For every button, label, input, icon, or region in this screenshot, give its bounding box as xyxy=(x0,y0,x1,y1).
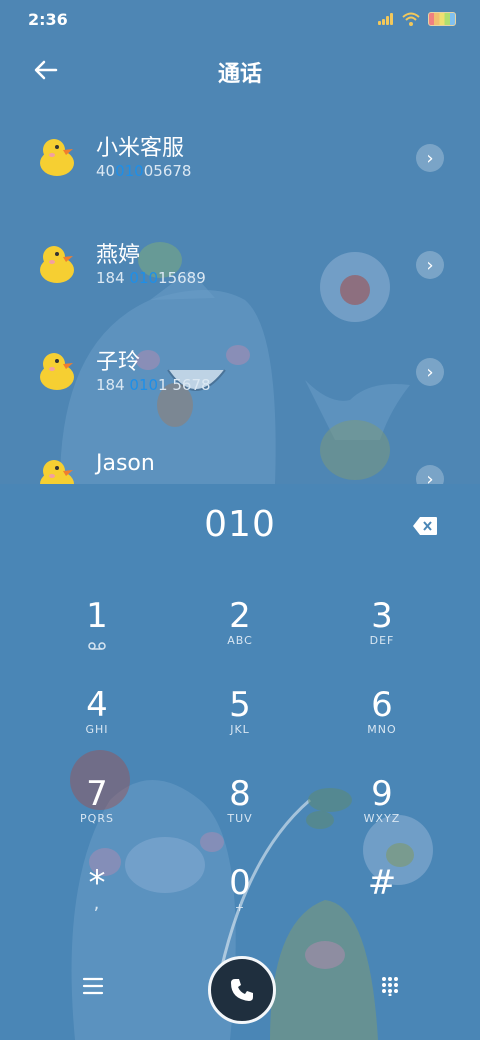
key-4[interactable]: 4 GHI xyxy=(37,685,157,765)
key-letters: , xyxy=(93,893,101,914)
list-item[interactable]: Jason › xyxy=(0,439,480,484)
status-time: 2:36 xyxy=(28,10,68,29)
key-digit: 0 xyxy=(229,863,251,903)
duck-avatar-icon xyxy=(40,460,74,484)
wifi-icon xyxy=(402,12,420,26)
key-2[interactable]: 2 ABC xyxy=(180,596,300,676)
key-hash[interactable]: # xyxy=(322,863,442,943)
key-digit: 1 xyxy=(86,596,108,636)
duck-avatar-icon xyxy=(40,139,74,176)
contact-name: Jason xyxy=(96,451,155,476)
list-item[interactable]: 小米客服 4001005678 › xyxy=(0,118,480,218)
key-digit: 7 xyxy=(86,774,108,814)
status-bar: 2:36 xyxy=(0,0,480,40)
key-digit: 8 xyxy=(229,774,251,814)
contact-number: 184 01015689 xyxy=(96,269,206,287)
contact-number: 184 0101 5678 xyxy=(96,376,211,394)
keypad-icon[interactable] xyxy=(380,976,400,996)
header: 通话 xyxy=(0,50,480,90)
contact-list[interactable]: 小米客服 4001005678 › 燕婷 184 01015689 › 子玲 1… xyxy=(0,118,480,484)
chevron-right-icon[interactable]: › xyxy=(416,144,444,172)
key-7[interactable]: 7 PQRS xyxy=(37,774,157,854)
key-digit: 9 xyxy=(371,774,393,814)
key-6[interactable]: 6 MNO xyxy=(322,685,442,765)
chevron-right-icon[interactable]: › xyxy=(416,358,444,386)
dial-input-display[interactable]: 010 xyxy=(0,504,480,545)
key-0[interactable]: 0 + xyxy=(180,863,300,943)
call-button[interactable] xyxy=(208,956,276,1024)
key-letters: TUV xyxy=(227,812,253,825)
key-digit: 6 xyxy=(371,685,393,725)
key-letters: PQRS xyxy=(80,812,114,825)
key-digit: 2 xyxy=(229,596,251,636)
key-star[interactable]: * , xyxy=(37,863,157,943)
signal-icon xyxy=(378,13,394,25)
list-item[interactable]: 子玲 184 0101 5678 › xyxy=(0,332,480,432)
list-item[interactable]: 燕婷 184 01015689 › xyxy=(0,225,480,325)
key-digit: 4 xyxy=(86,685,108,725)
key-letters: JKL xyxy=(230,723,250,736)
contact-name: 小米客服 xyxy=(96,136,185,161)
battery-icon xyxy=(428,12,456,26)
key-letters: MNO xyxy=(367,723,397,736)
dialer-bottom-bar xyxy=(0,950,480,1030)
key-digit: 5 xyxy=(229,685,251,725)
chevron-right-icon[interactable]: › xyxy=(416,465,444,484)
duck-avatar-icon xyxy=(40,353,74,390)
page-title: 通话 xyxy=(217,62,262,87)
key-letters: ABC xyxy=(227,634,253,647)
key-9[interactable]: 9 WXYZ xyxy=(322,774,442,854)
contact-name: 燕婷 xyxy=(96,243,141,268)
chevron-right-icon[interactable]: › xyxy=(416,251,444,279)
key-3[interactable]: 3 DEF xyxy=(322,596,442,676)
contact-number: 4001005678 xyxy=(96,162,192,180)
duck-avatar-icon xyxy=(40,246,74,283)
key-digit: # xyxy=(367,863,397,903)
key-1[interactable]: 1 xyxy=(37,596,157,676)
status-icons xyxy=(378,12,456,26)
backspace-icon[interactable] xyxy=(412,516,438,536)
key-letters: + xyxy=(234,901,246,914)
contact-name: 子玲 xyxy=(96,350,141,375)
key-5[interactable]: 5 JKL xyxy=(180,685,300,765)
key-8[interactable]: 8 TUV xyxy=(180,774,300,854)
key-letters: WXYZ xyxy=(363,812,401,825)
menu-icon[interactable] xyxy=(82,976,104,996)
voicemail-icon xyxy=(88,642,106,650)
key-digit: 3 xyxy=(371,596,393,636)
key-letters: DEF xyxy=(369,634,395,647)
key-letters: GHI xyxy=(85,723,109,736)
phone-icon xyxy=(231,979,253,1001)
